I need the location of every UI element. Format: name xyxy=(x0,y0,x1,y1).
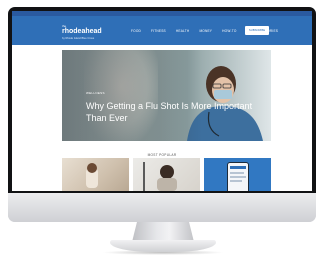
nav-item-money[interactable]: MONEY xyxy=(199,29,212,33)
most-popular-heading: MOST POPULAR xyxy=(147,153,177,157)
phone-app-header xyxy=(230,166,246,169)
popular-card-image xyxy=(86,163,98,188)
hero-overlay xyxy=(62,50,202,141)
nav-item-food[interactable]: FOOD xyxy=(131,29,141,33)
monitor-chin xyxy=(8,193,316,222)
popular-card[interactable] xyxy=(133,158,200,191)
hero-feature[interactable]: WELLNESS Why Getting a Flu Shot Is More … xyxy=(62,50,271,141)
phone-app-line xyxy=(230,180,242,182)
logo-name: rhodeahead xyxy=(62,28,102,35)
monitor-screen: the rhodeahead by Rhode Island Blue Cros… xyxy=(12,11,312,191)
monitor-stand-neck xyxy=(132,222,194,242)
nav-item-fitness[interactable]: FITNESS xyxy=(151,29,166,33)
popular-card[interactable] xyxy=(62,158,129,191)
nav-item-how-to[interactable]: HOW-TO xyxy=(222,29,236,33)
nav-item-health[interactable]: HEALTH xyxy=(176,29,190,33)
logo-tagline: by Rhode Island Blue Cross xyxy=(62,37,95,40)
hero-category-label[interactable]: WELLNESS xyxy=(86,91,105,95)
hero-title[interactable]: Why Getting a Flu Shot Is More Important… xyxy=(86,100,271,124)
phone-app-line xyxy=(230,176,246,178)
phone-app-image xyxy=(227,162,249,191)
site-logo[interactable]: the rhodeahead xyxy=(62,24,102,36)
site-header: the rhodeahead by Rhode Island Blue Cros… xyxy=(12,16,312,45)
subscribe-button[interactable]: SUBSCRIBE xyxy=(245,26,269,35)
popular-card[interactable] xyxy=(204,158,271,191)
phone-app-line xyxy=(230,172,244,174)
popular-card-image xyxy=(143,162,177,191)
